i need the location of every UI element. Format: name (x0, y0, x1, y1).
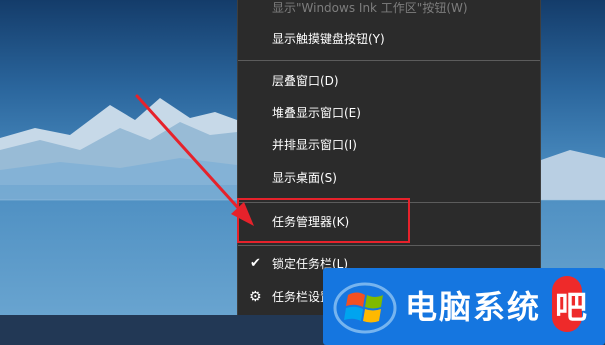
watermark-logo: 电脑系统 吧 (323, 268, 605, 345)
watermark-text-last: 吧 (555, 288, 588, 326)
windows-logo-icon (333, 282, 397, 334)
watermark-text: 电脑系统 (405, 288, 542, 326)
